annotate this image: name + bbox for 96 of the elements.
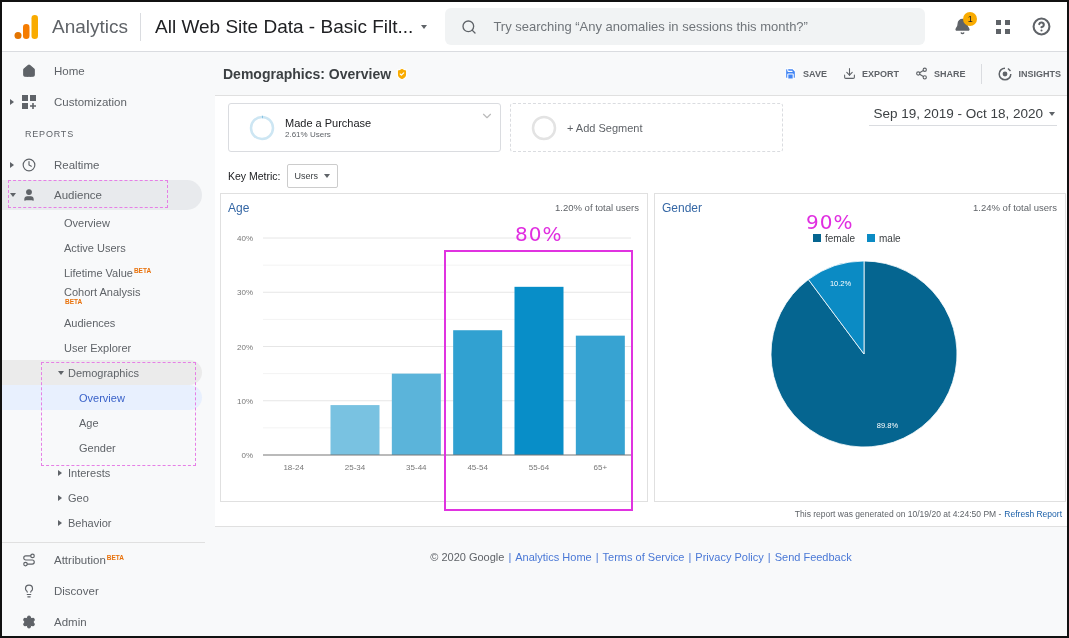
toolbar-button[interactable]: INSIGHTS xyxy=(998,66,1061,81)
toolbar-button[interactable]: SHARE xyxy=(914,67,966,80)
route-icon xyxy=(22,552,36,567)
caret-right-icon xyxy=(58,469,62,476)
nav-item[interactable]: Audience xyxy=(2,180,202,210)
axis-label: 0% xyxy=(241,451,253,460)
legend-label: male xyxy=(879,233,901,244)
footer-link[interactable]: Privacy Policy xyxy=(695,551,764,563)
analytics-logo-icon xyxy=(14,13,38,40)
lightbulb-icon xyxy=(22,583,36,598)
chart-title: Gender xyxy=(662,200,703,215)
footer-link[interactable]: Terms of Service xyxy=(602,551,685,563)
segment-detail: 2.61% Users xyxy=(285,129,332,139)
settings-icon xyxy=(22,614,36,629)
verified-icon xyxy=(395,66,410,81)
nav-item[interactable]: User Explorer xyxy=(2,335,202,360)
caret-right-icon xyxy=(58,519,62,526)
toolbar-button[interactable]: SAVE xyxy=(784,67,827,80)
copyright-text: © 2020 Google xyxy=(430,551,505,563)
report-title: Demographics: Overview xyxy=(223,65,392,82)
section-label: REPORTS xyxy=(24,127,75,141)
key-metric-dropdown[interactable]: Users xyxy=(286,164,339,188)
caret-down-icon xyxy=(421,24,428,29)
nav-item[interactable]: Realtime xyxy=(2,150,202,180)
axis-label: 65+ xyxy=(593,463,608,472)
nav-item[interactable]: Interests xyxy=(2,460,202,485)
link-separator: | xyxy=(595,551,599,563)
axis-label: 35-44 xyxy=(406,463,427,472)
link-separator: | xyxy=(508,551,512,563)
axis-label: 55-64 xyxy=(528,463,550,472)
annotation-label: 80% xyxy=(515,222,563,246)
chart-note: 1.20% of total users xyxy=(555,202,639,213)
nav-item[interactable]: Discover xyxy=(2,575,202,606)
link-separator: | xyxy=(767,551,771,563)
axis-label: 40% xyxy=(237,234,253,243)
segment-card[interactable]: Made a Purchase 2.61% Users xyxy=(228,103,501,152)
footer-link[interactable]: Analytics Home xyxy=(515,551,592,563)
link-separator: | xyxy=(688,551,692,563)
download-icon xyxy=(842,67,856,80)
report-generated-text: This report was generated on 10/19/20 at 4:24:50 PM - xyxy=(794,509,1002,519)
share-icon xyxy=(914,67,928,80)
dashboard-icon xyxy=(22,94,36,109)
refresh-report-link[interactable]: Refresh Report xyxy=(1004,509,1062,519)
nav-item[interactable]: Gender xyxy=(2,435,202,460)
caret-right-icon xyxy=(58,494,62,501)
help-icon xyxy=(1031,17,1051,36)
footer-link[interactable]: Send Feedback xyxy=(774,551,852,563)
notifications-button[interactable]: 1 xyxy=(947,11,978,42)
legend-swatch xyxy=(867,234,875,242)
annotation-label: 90% xyxy=(806,210,854,234)
nav-item[interactable]: Age xyxy=(2,410,202,435)
search-icon xyxy=(461,18,478,35)
key-metric-label: Key Metric: xyxy=(228,170,281,182)
segment-name: Made a Purchase xyxy=(285,116,372,129)
caret-down-icon xyxy=(324,174,331,178)
add-segment-card[interactable]: + Add Segment xyxy=(510,103,783,152)
nav-item[interactable]: Admin xyxy=(2,606,202,636)
nav-item[interactable]: Geo xyxy=(2,485,202,510)
nav-item[interactable]: Home xyxy=(2,55,202,86)
insights-icon xyxy=(998,66,1013,81)
nav-item[interactable]: Demographics xyxy=(2,360,202,385)
person-icon xyxy=(22,188,36,202)
clock-icon xyxy=(22,158,36,172)
add-segment-label: + Add Segment xyxy=(567,121,643,134)
legend-label: female xyxy=(825,233,855,244)
date-range-picker[interactable]: Sep 19, 2019 - Oct 18, 2020 xyxy=(869,106,1057,126)
toolbar-button[interactable]: EXPORT xyxy=(842,67,899,80)
legend-swatch xyxy=(813,234,821,242)
chart-note: 1.24% of total users xyxy=(973,202,1057,213)
segment-ring-icon xyxy=(249,114,275,141)
caret-right-icon xyxy=(10,162,14,168)
property-selector[interactable]: All Web Site Data - Basic Filt... xyxy=(151,15,432,38)
axis-label: 45-54 xyxy=(467,463,488,472)
caret-right-icon xyxy=(10,98,14,105)
add-segment-ring-icon xyxy=(531,114,557,141)
nav-item[interactable]: Audiences xyxy=(2,310,202,335)
nav-item[interactable]: Overview xyxy=(2,385,202,410)
bar xyxy=(330,405,380,455)
notification-count: 1 xyxy=(963,11,978,26)
chart-title: Age xyxy=(228,200,250,215)
nav-item[interactable]: Customization xyxy=(2,86,202,117)
caret-down-icon xyxy=(1049,111,1055,116)
save-icon xyxy=(784,67,798,80)
axis-label: 20% xyxy=(237,342,253,352)
nav-item[interactable]: Active Users xyxy=(2,235,202,260)
nav-item[interactable]: Overview xyxy=(2,210,202,235)
apps-grid-icon xyxy=(996,19,1011,34)
caret-down-icon xyxy=(58,370,64,375)
home-icon xyxy=(22,63,36,78)
axis-label: 25-34 xyxy=(344,463,366,472)
caret-down-icon xyxy=(10,193,16,197)
axis-label: 30% xyxy=(237,288,253,298)
axis-label: 10% xyxy=(237,396,253,406)
nav-item[interactable]: Behavior xyxy=(2,510,202,535)
app-name: Analytics xyxy=(52,12,142,41)
axis-label: 18-24 xyxy=(283,463,304,472)
